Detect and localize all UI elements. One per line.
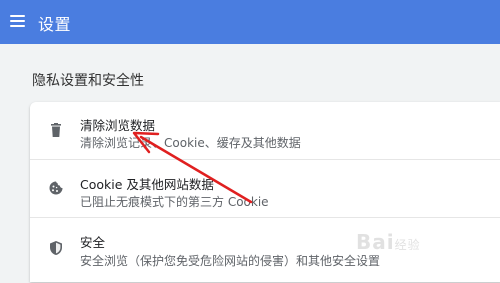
- item-title: 清除浏览数据: [80, 118, 156, 133]
- top-app-bar: 设置: [0, 0, 500, 44]
- item-subtitle: 清除浏览记录、Cookie、缓存及其他数据: [80, 136, 301, 150]
- section-title: 隐私设置和安全性: [32, 73, 144, 89]
- shield-icon: [48, 240, 64, 256]
- privacy-settings-card: 清除浏览数据 清除浏览记录、Cookie、缓存及其他数据 Cookie 及其他网…: [30, 102, 500, 282]
- item-subtitle: 已阻止无痕模式下的第三方 Cookie: [80, 195, 269, 209]
- watermark: Bai经验: [356, 230, 421, 254]
- trash-icon: [48, 122, 64, 138]
- item-title: Cookie 及其他网站数据: [80, 177, 214, 192]
- page-title: 设置: [38, 15, 72, 34]
- item-subtitle: 安全浏览（保护您免受危险网站的侵害）和其他安全设置: [80, 254, 381, 268]
- security-item[interactable]: 安全 安全浏览（保护您免受危险网站的侵害）和其他安全设置: [30, 217, 500, 283]
- cookie-icon: [48, 180, 64, 196]
- hamburger-menu-icon[interactable]: [10, 12, 26, 30]
- clear-browsing-data-item[interactable]: 清除浏览数据 清除浏览记录、Cookie、缓存及其他数据: [30, 102, 500, 159]
- item-title: 安全: [80, 235, 106, 250]
- cookies-site-data-item[interactable]: Cookie 及其他网站数据 已阻止无痕模式下的第三方 Cookie: [30, 159, 500, 217]
